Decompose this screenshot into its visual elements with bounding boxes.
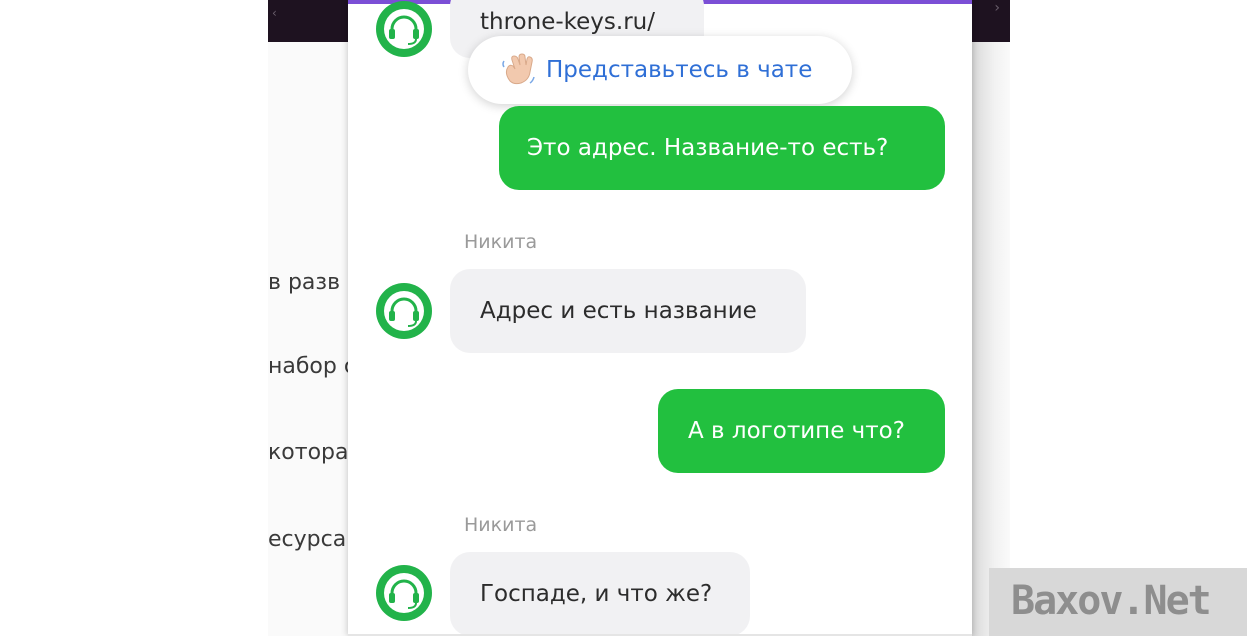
message-bubble-incoming: Госпаде, и что же? [450, 552, 750, 636]
message-text: Госпаде, и что же? [480, 581, 713, 607]
background-text-line: котора [268, 440, 349, 465]
message-text: throne-keys.ru/ [480, 9, 655, 35]
background-shadow [972, 42, 1010, 636]
headset-icon [384, 291, 424, 331]
introduce-yourself-label: Представьтесь в чате [546, 57, 813, 83]
message-bubble-outgoing: Это адрес. Название-то есть? [499, 106, 945, 190]
message-text: А в логотипе что? [688, 418, 905, 444]
sender-name: Никита [464, 231, 538, 253]
introduce-yourself-button[interactable]: Представьтесь в чате [468, 36, 852, 104]
operator-avatar [376, 283, 432, 339]
headset-icon [384, 9, 424, 49]
forward-arrow-icon: › [994, 0, 1000, 16]
message-bubble-outgoing: А в логотипе что? [658, 389, 945, 473]
message-text: Адрес и есть название [480, 298, 757, 324]
back-arrow-icon: ‹ [272, 6, 277, 20]
message-bubble-incoming: Адрес и есть название [450, 269, 806, 353]
background-text-line: есурса [268, 527, 347, 552]
headset-icon [384, 573, 424, 613]
chat-window: throne-keys.ru/ Представьтесь в чате Это… [348, 0, 972, 636]
operator-avatar [376, 1, 432, 57]
waving-hand-icon [502, 53, 535, 85]
watermark-text: Baxov.Net [1011, 578, 1212, 624]
background-text-line: набор с [268, 354, 356, 379]
background-text-line: в разв [268, 270, 341, 295]
watermark: Baxov.Net [989, 568, 1247, 636]
sender-name: Никита [464, 514, 538, 536]
message-text: Это адрес. Название-то есть? [527, 135, 889, 161]
operator-avatar [376, 565, 432, 621]
